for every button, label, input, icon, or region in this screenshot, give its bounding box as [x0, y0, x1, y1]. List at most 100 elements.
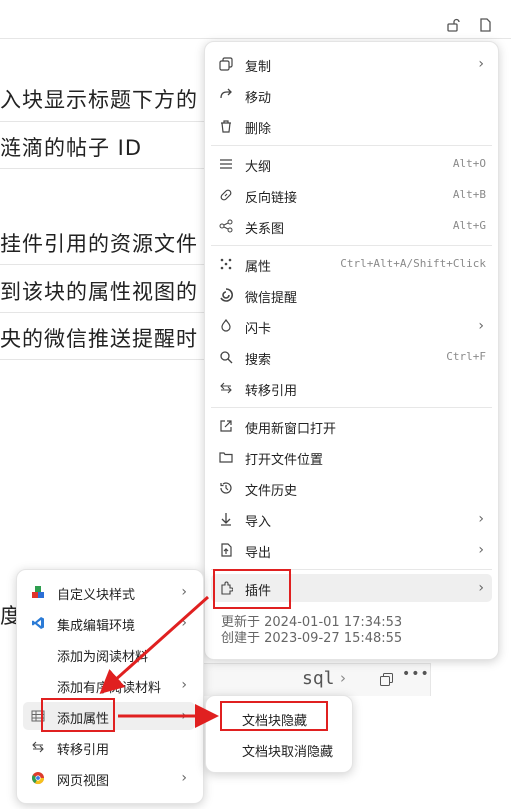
chevron-right-icon: ›	[340, 669, 346, 687]
chevron-right-icon: ›	[478, 542, 484, 558]
menu-item-transfer-ref[interactable]: 转移引用	[211, 374, 492, 402]
menu-item-trash[interactable]: 删除	[211, 112, 492, 140]
block-context-menu: 复制 › 移动删除大纲 Alt+O 反向链接 Alt+B 关系图 Alt+G 属性 Ctrl+Al…	[204, 41, 499, 660]
menu-item-label: 自定义块样式	[57, 588, 136, 603]
menu-item-label: 转移引用	[57, 743, 110, 758]
chevron-right-icon: ›	[181, 677, 187, 693]
menu-item-new-window[interactable]: 使用新窗口打开	[211, 412, 492, 440]
unlock-icon[interactable]	[446, 18, 460, 32]
divider	[0, 312, 210, 313]
plugin-item-1[interactable]: 集成编辑环境 ›	[23, 609, 195, 637]
folder-icon	[219, 452, 233, 463]
graph-icon	[219, 219, 233, 233]
plugin-item-6[interactable]: 网页视图 ›	[23, 764, 195, 792]
shortcut-label: Alt+B	[452, 188, 486, 201]
menu-item-outline[interactable]: 大纲 Alt+O	[211, 150, 492, 178]
copy-icon	[219, 57, 233, 71]
block-style-icon	[32, 586, 44, 598]
divider	[0, 121, 210, 122]
menu-item-label: 属性	[245, 260, 272, 275]
doc-line-4: 到该块的属性视图的	[0, 280, 198, 304]
plugin-item-3[interactable]: 添加有序阅读材料 ›	[23, 671, 195, 699]
menu-item-graph[interactable]: 关系图 Alt+G	[211, 212, 492, 240]
top-bar	[0, 0, 511, 39]
menu-item-label: 复制	[245, 60, 272, 75]
menu-item-import[interactable]: 导入 ›	[211, 505, 492, 533]
search-icon	[220, 351, 233, 364]
menu-item-label: 集成编辑环境	[57, 619, 136, 634]
created-timestamp: 创建于 2023-09-27 15:48:55	[221, 631, 403, 646]
menu-item-label: 闪卡	[245, 322, 272, 337]
plugin-item-0[interactable]: 自定义块样式 ›	[23, 578, 195, 606]
transfer-ref-icon	[32, 741, 44, 753]
menu-item-link[interactable]: 反向链接 Alt+B	[211, 181, 492, 209]
menu-item-label: 网页视图	[57, 774, 110, 789]
import-icon	[221, 513, 231, 526]
chevron-right-icon: ›	[478, 318, 484, 334]
menu-item-label: 搜索	[245, 353, 272, 368]
menu-item-history[interactable]: 文件历史	[211, 474, 492, 502]
more-icon[interactable]: •••	[402, 666, 430, 682]
export-icon	[221, 543, 232, 557]
highlight-plugin	[213, 569, 291, 609]
wechat-reminder-icon	[220, 288, 233, 302]
menu-item-attributes[interactable]: 属性 Ctrl+Alt+A/Shift+Click	[211, 250, 492, 278]
menu-item-label: 添加为阅读材料	[57, 650, 149, 665]
code-language[interactable]: sql	[302, 668, 335, 689]
doc-line-2: 涟滴的帖子 ID	[0, 136, 143, 160]
menu-item-label: 反向链接	[245, 191, 298, 206]
menu-separator	[211, 407, 492, 408]
trash-icon	[221, 120, 231, 133]
menu-item-folder[interactable]: 打开文件位置	[211, 443, 492, 471]
menu-item-label: 微信提醒	[245, 291, 298, 306]
menu-item-label: 使用新窗口打开	[245, 422, 337, 437]
new-window-icon	[220, 420, 232, 432]
transfer-ref-icon	[220, 382, 232, 394]
menu-item-move[interactable]: 移动	[211, 81, 492, 109]
doc-block-unhide-item[interactable]: 文档块取消隐藏	[212, 735, 344, 763]
highlight-doc-hide	[220, 701, 328, 731]
shortcut-label: Ctrl+F	[446, 350, 486, 363]
doc-line-5: 央的微信推送提醒时	[0, 327, 198, 351]
chevron-right-icon: ›	[181, 615, 187, 631]
menu-item-label: 大纲	[245, 160, 272, 175]
menu-item-label: 打开文件位置	[245, 453, 324, 468]
divider	[0, 168, 210, 169]
doc-line-1: 入块显示标题下方的	[0, 88, 198, 112]
history-icon	[220, 482, 232, 494]
outline-icon	[220, 159, 232, 169]
menu-item-export[interactable]: 导出 ›	[211, 536, 492, 564]
chevron-right-icon: ›	[478, 511, 484, 527]
menu-item-flashcard[interactable]: 闪卡 ›	[211, 312, 492, 340]
shortcut-label: Alt+O	[452, 157, 486, 170]
divider	[0, 359, 210, 360]
menu-item-label: 文件历史	[245, 484, 298, 499]
shortcut-label: Alt+G	[452, 219, 486, 232]
chevron-right-icon: ›	[181, 708, 187, 724]
highlight-add-attribute	[41, 698, 115, 732]
menu-item-label: 导出	[245, 546, 272, 561]
menu-separator	[211, 245, 492, 246]
menu-item-wechat-reminder[interactable]: 微信提醒	[211, 281, 492, 309]
divider	[0, 264, 210, 265]
menu-item-label: 删除	[245, 122, 272, 137]
chevron-right-icon: ›	[478, 580, 484, 596]
code-block-toolbar: sql › •••	[190, 663, 431, 696]
menu-separator	[211, 145, 492, 146]
link-icon	[220, 189, 232, 201]
vscode-icon	[32, 617, 44, 629]
menu-item-label: 关系图	[245, 222, 285, 237]
chevron-right-icon: ›	[478, 56, 484, 72]
attributes-icon	[220, 258, 232, 270]
plugin-item-5[interactable]: 转移引用	[23, 733, 195, 761]
document-icon[interactable]	[478, 18, 492, 32]
menu-item-search[interactable]: 搜索 Ctrl+F	[211, 343, 492, 371]
plugin-item-2[interactable]: 添加为阅读材料	[23, 640, 195, 668]
chevron-right-icon: ›	[181, 770, 187, 786]
chrome-icon	[31, 772, 44, 785]
chevron-right-icon: ›	[181, 584, 187, 600]
flashcard-icon	[221, 319, 231, 332]
plugin-submenu: 自定义块样式 › 集成编辑环境 › 添加为阅读材料 添加有序阅读材料 › 添加属性 › 转移引用网…	[16, 569, 204, 804]
menu-item-copy[interactable]: 复制 ›	[211, 50, 492, 78]
copy-code-icon[interactable]	[380, 673, 393, 686]
